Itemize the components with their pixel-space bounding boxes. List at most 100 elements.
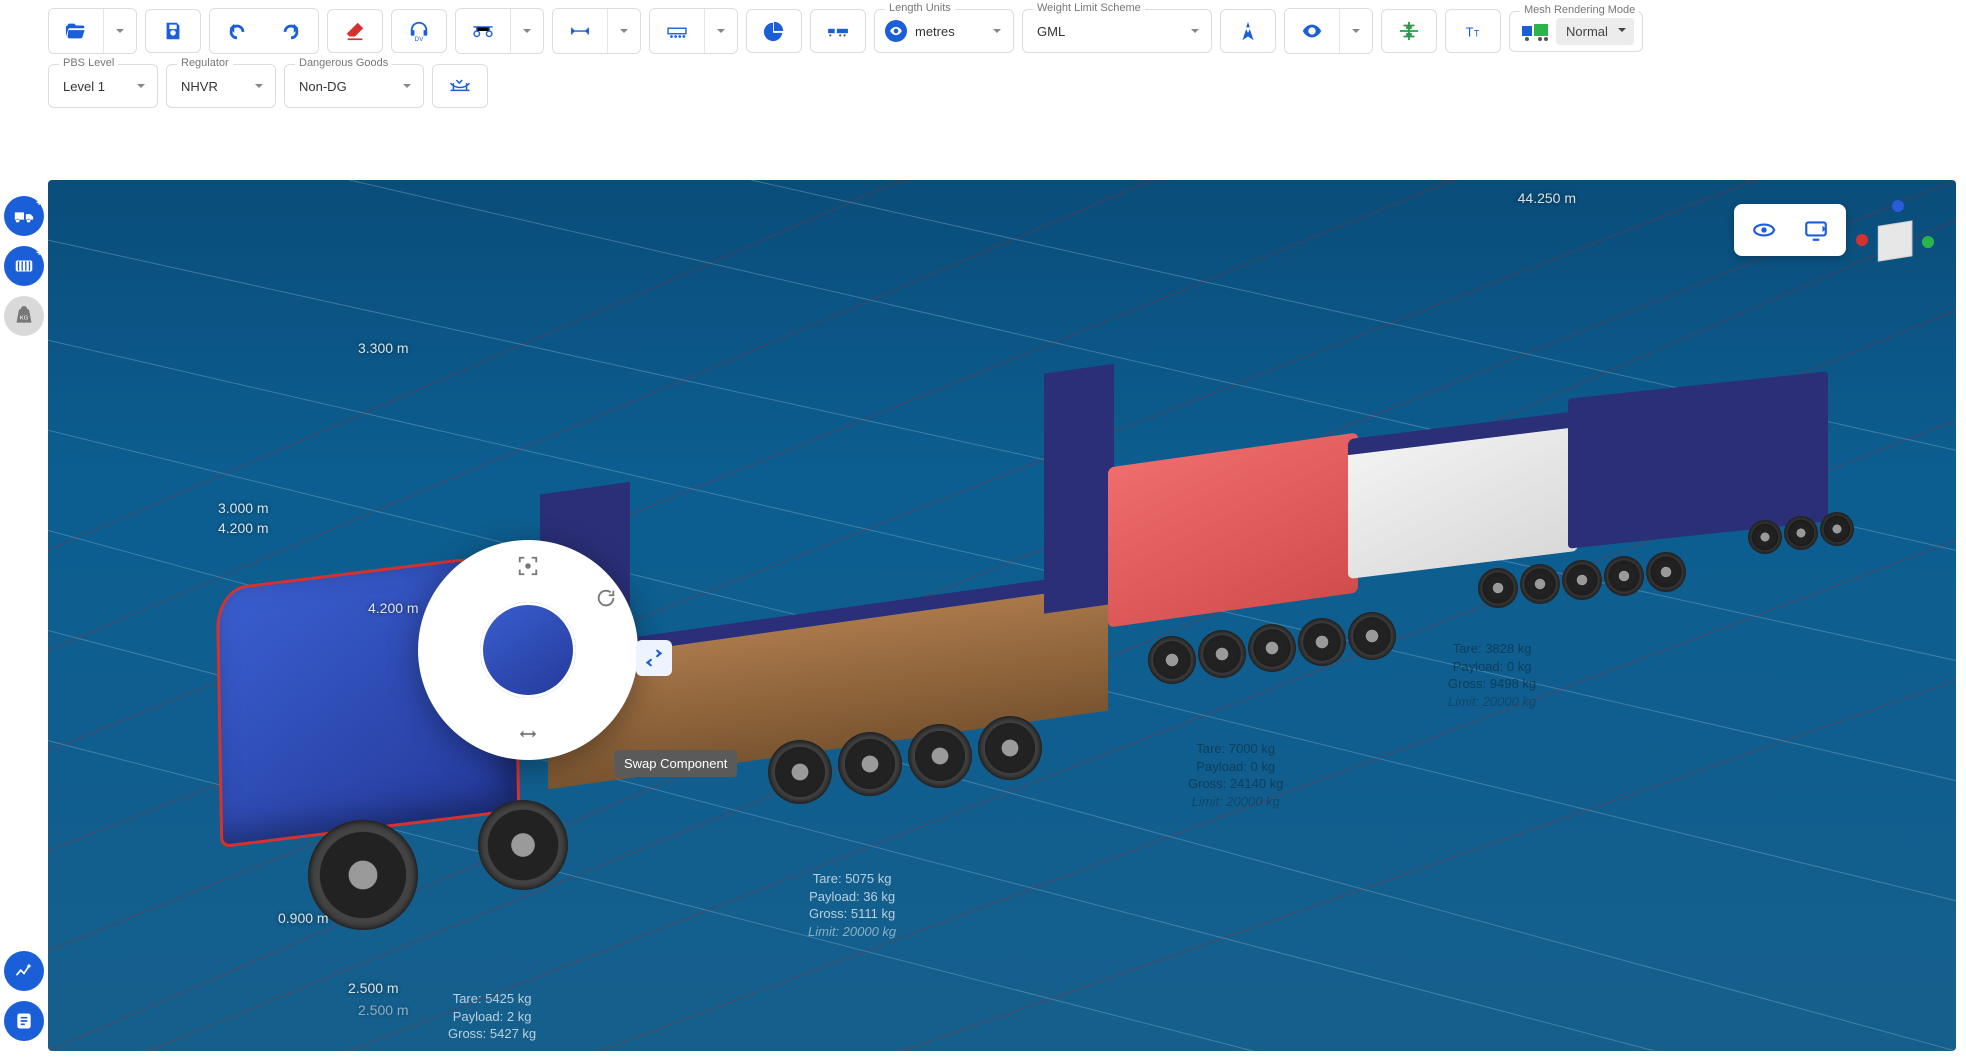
trailer-button[interactable] — [650, 9, 704, 53]
axis-z-icon — [1856, 234, 1868, 246]
headset-icon: DV — [408, 20, 430, 42]
pbs-level-dropdown[interactable]: PBS Level Level 1 — [48, 64, 158, 108]
chevron-down-icon — [1616, 24, 1628, 36]
radial-swap[interactable] — [636, 640, 672, 676]
undo-redo-group — [209, 8, 319, 54]
fit-screen-icon — [1803, 217, 1829, 243]
radial-focus[interactable] — [510, 548, 546, 584]
wheel — [1148, 636, 1196, 684]
chevron-down-icon — [521, 25, 533, 37]
wheel — [1604, 556, 1644, 596]
wheel — [1784, 516, 1818, 550]
wheel — [1520, 564, 1560, 604]
regulator-dropdown[interactable]: Regulator NHVR — [166, 64, 276, 108]
view-dropdown[interactable] — [1339, 9, 1372, 53]
erase-button[interactable] — [327, 9, 383, 53]
eraser-icon — [344, 20, 366, 42]
container-red[interactable] — [1108, 432, 1358, 627]
compass-button[interactable] — [1220, 9, 1276, 53]
mesh-mode-dropdown[interactable]: Normal — [1556, 18, 1634, 45]
undo-button[interactable] — [210, 9, 264, 53]
text-size-button[interactable]: TT — [1445, 9, 1501, 53]
chevron-down-icon — [401, 80, 413, 92]
wheel — [1562, 560, 1602, 600]
toolbar-row-1: DV Length Units metres Weight Limit Sche… — [0, 0, 1966, 62]
wheel — [1298, 618, 1346, 666]
radial-menu[interactable]: Swap Component — [418, 540, 638, 760]
dimension-icon — [569, 20, 591, 42]
side-rail-top: + + KG — [4, 196, 44, 336]
canvas-controls — [1734, 204, 1846, 256]
truck-icon — [13, 205, 35, 227]
chevron-down-icon — [618, 25, 630, 37]
viewport-3d[interactable]: Swap Component 44.250 m 3.300 m 3.000 m … — [48, 180, 1956, 1051]
chevron-down-icon — [1350, 25, 1362, 37]
side-rail-bottom — [4, 951, 44, 1041]
combination-icon — [827, 20, 849, 42]
wheel — [768, 740, 832, 804]
container-icon — [13, 255, 35, 277]
view-button[interactable] — [1285, 9, 1339, 53]
dg-value: Non-DG — [299, 79, 347, 94]
undo-icon — [226, 20, 248, 42]
axis-y-icon — [1892, 200, 1904, 212]
dg-label: Dangerous Goods — [295, 57, 392, 69]
mesh-mode-value: Normal — [1566, 24, 1608, 39]
pie-button[interactable] — [746, 9, 802, 53]
toolbar-row-2: PBS Level Level 1 Regulator NHVR Dangero… — [0, 62, 1966, 116]
axle-button[interactable] — [456, 9, 510, 53]
eye-icon — [885, 20, 907, 42]
folder-open-icon — [65, 20, 87, 42]
dv-button[interactable]: DV — [391, 9, 447, 53]
chevron-down-icon — [135, 80, 147, 92]
radial-rotate[interactable] — [588, 580, 624, 616]
dangerous-goods-dropdown[interactable]: Dangerous Goods Non-DG — [284, 64, 424, 108]
trailer-group — [649, 8, 738, 54]
add-container-button[interactable]: + — [4, 246, 44, 286]
add-vehicle-button[interactable]: + — [4, 196, 44, 236]
pbs-level-label: PBS Level — [59, 57, 118, 69]
fit-screen-button[interactable] — [1792, 210, 1840, 250]
radial-swap-h[interactable] — [510, 716, 546, 752]
length-units-dropdown[interactable]: Length Units metres — [874, 9, 1014, 53]
container-white[interactable] — [1348, 411, 1578, 579]
weight-button[interactable]: KG — [4, 296, 44, 336]
notes-button[interactable] — [4, 1001, 44, 1041]
svg-text:DV: DV — [415, 36, 425, 42]
wheel — [978, 716, 1042, 780]
radial-tooltip: Swap Component — [614, 750, 737, 777]
orientation-gizmo[interactable] — [1852, 198, 1938, 284]
wheel — [1748, 520, 1782, 554]
bridge-button[interactable] — [432, 64, 488, 108]
length-units-value: metres — [915, 24, 955, 39]
open-button[interactable] — [49, 9, 103, 53]
orbit-button[interactable] — [1740, 210, 1788, 250]
wheel — [478, 800, 568, 890]
save-button[interactable] — [145, 9, 201, 53]
svg-text:T: T — [1474, 29, 1480, 39]
mesh-mode-label: Mesh Rendering Mode — [1520, 4, 1639, 16]
redo-icon — [280, 20, 302, 42]
compass-icon — [1237, 20, 1259, 42]
wheel — [1478, 568, 1518, 608]
dimension-group — [552, 8, 641, 54]
dimension-dropdown[interactable] — [607, 9, 640, 53]
wheel — [1646, 552, 1686, 592]
open-dropdown[interactable] — [103, 9, 136, 53]
trailer-dropdown[interactable] — [704, 9, 737, 53]
wheel — [1198, 630, 1246, 678]
pbs-level-value: Level 1 — [63, 79, 105, 94]
redo-button[interactable] — [264, 9, 318, 53]
length-units-label: Length Units — [885, 2, 955, 14]
snap-button[interactable] — [1381, 9, 1437, 53]
combo-button[interactable] — [810, 9, 866, 53]
chevron-down-icon — [114, 25, 126, 37]
snap-grid-icon — [1398, 20, 1420, 42]
orbit-icon — [1751, 217, 1777, 243]
dimension-button[interactable] — [553, 9, 607, 53]
wheel — [1248, 624, 1296, 672]
axle-dropdown[interactable] — [510, 9, 543, 53]
weight-scheme-dropdown[interactable]: Weight Limit Scheme GML — [1022, 9, 1212, 53]
analytics-button[interactable] — [4, 951, 44, 991]
view-group — [1284, 8, 1373, 54]
